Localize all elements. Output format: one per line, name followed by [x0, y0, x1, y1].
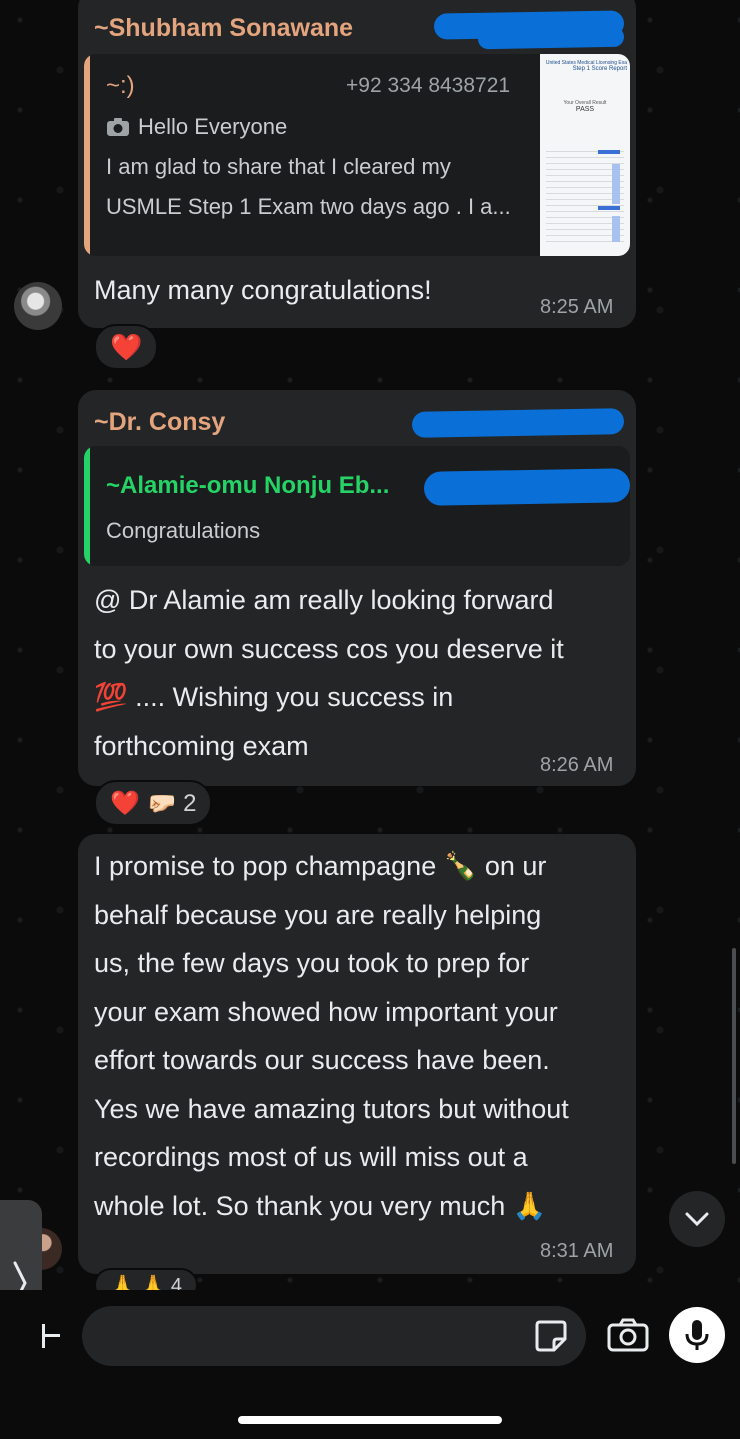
quoted-message[interactable]: ~:) +92 334 8438721 Hello Everyone I am … [84, 54, 630, 256]
camera-icon[interactable] [607, 1318, 649, 1352]
message-text: I promise to pop champagne 🍾 on ur behal… [94, 851, 569, 1221]
quoted-message[interactable]: ~Alamie-omu Nonju Eb... Congratulations [84, 446, 630, 566]
mic-icon [685, 1320, 709, 1350]
camera-icon [107, 118, 129, 136]
message-bubble[interactable]: I promise to pop champagne 🍾 on ur behal… [78, 834, 636, 1274]
quote-line: I am glad to share that I cleared my [106, 154, 451, 179]
quote-phone: +92 334 8438721 [346, 74, 511, 97]
quote-author: ~Alamie-omu Nonju Eb... [106, 472, 390, 499]
chevron-down-icon [685, 1212, 709, 1227]
quote-line: Congratulations [106, 518, 261, 543]
quote-line: Hello Everyone [106, 114, 287, 140]
message-time: 8:31 AM [540, 1240, 614, 1262]
message-text: Many many congratulations! [94, 275, 432, 305]
message-text: @ Dr Alamie am really looking forward to… [94, 585, 564, 761]
mic-button[interactable] [669, 1307, 725, 1363]
quote-line: USMLE Step 1 Exam two days ago . I a... [106, 194, 511, 219]
scrollbar[interactable] [732, 948, 736, 1164]
thumb-text: PASS [575, 106, 595, 113]
reaction-badge[interactable]: ❤️ 🤛🏻 2 [94, 780, 213, 826]
quote-thumbnail[interactable]: United States Medical Licensing Exa Step… [540, 54, 630, 256]
message-input[interactable] [82, 1306, 586, 1366]
redacted-phone [477, 26, 625, 50]
message-bubble[interactable]: ~Dr. Consy ~Alamie-omu Nonju Eb... Congr… [78, 390, 636, 786]
sender-name[interactable]: ~Shubham Sonawane [94, 14, 353, 43]
thumb-text: Your Overall Result [563, 100, 607, 106]
redacted-phone [411, 408, 625, 438]
redacted-phone [423, 468, 630, 506]
home-indicator [238, 1416, 502, 1424]
reaction-badge[interactable]: ❤️ [94, 324, 159, 370]
quote-bar [84, 54, 90, 256]
reaction-emojis: ❤️ [110, 331, 143, 362]
quote-bar [84, 446, 90, 566]
reaction-emojis: ❤️ 🤛🏻 2 [110, 789, 197, 817]
thumb-text: United States Medical Licensing Exa [545, 60, 627, 66]
message-bubble[interactable]: ~Shubham Sonawane ~:) +92 334 8438721 He… [78, 0, 636, 328]
message-time: 8:25 AM [540, 296, 614, 318]
thumb-chart [546, 146, 624, 246]
sender-name[interactable]: ~Dr. Consy [94, 408, 225, 437]
scroll-down-button[interactable] [669, 1191, 725, 1247]
avatar[interactable] [14, 282, 62, 330]
quote-author: ~:) [106, 72, 135, 99]
sticker-icon[interactable] [534, 1319, 568, 1353]
message-time: 8:26 AM [540, 754, 614, 776]
plus-icon[interactable] [38, 1318, 60, 1354]
